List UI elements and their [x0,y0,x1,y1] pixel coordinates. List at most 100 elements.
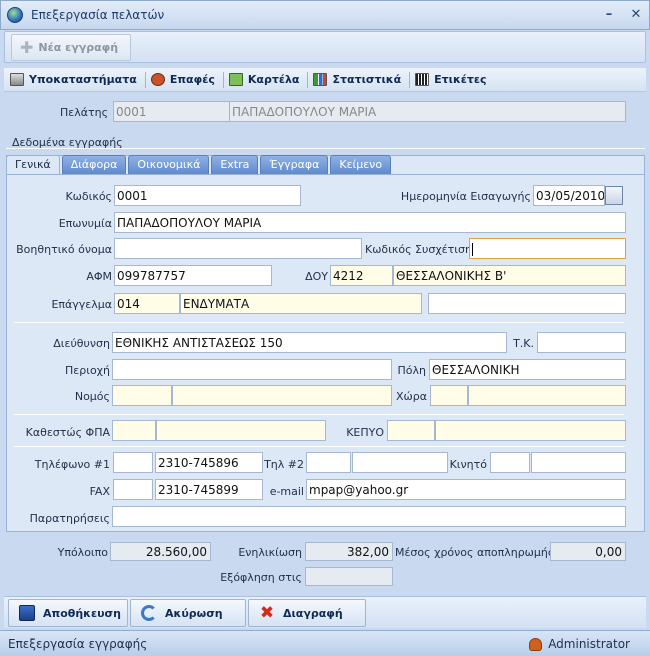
phone1-field[interactable]: 2310-745896 [155,452,263,473]
doy-label: ΔΟΥ [305,270,328,283]
aging-label: Ενηλικίωση [238,546,302,559]
fax-label: FAX [89,485,110,498]
tab-financial[interactable]: Οικονομικά [128,155,210,174]
country-code-field[interactable] [430,385,468,406]
vat-code-field[interactable] [112,420,156,441]
customer-name-field: ΠΑΠΑΔΟΠΟΥΛΟΥ ΜΑΡΙΑ [229,101,626,122]
nav-toolbar: Υποκαταστήματα Επαφές Καρτέλα Στατιστικά… [4,68,646,92]
delete-button[interactable]: ✖ Διαγραφή [248,599,366,627]
customer-code-field: 0001 [113,101,230,122]
city-label: Πόλη [397,364,426,377]
alias-field[interactable] [114,238,362,259]
date-label: Ημερομηνία Εισαγωγής [400,190,531,203]
address-field[interactable]: ΕΘΝΙΚΗΣ ΑΝΤΙΣΤΑΣΕΩΣ 150 [112,332,507,353]
save-button[interactable]: Αποθήκευση [8,599,128,627]
contacts-icon [150,73,165,86]
mobile-label: Κινητό [449,458,487,471]
tab-documents[interactable]: Έγγραφα [260,155,329,174]
app-globe-icon [7,7,23,23]
tab-strip: Γενικά Διάφορα Οικονομικά Extra Έγγραφα … [6,155,393,175]
database-icon [10,73,24,86]
divider-3 [14,446,624,447]
country-name-field [468,385,626,406]
status-bar: Επεξεργασία εγγραφής Administrator [0,630,650,656]
name-field[interactable]: ΠΑΠΑΔΟΠΟΥΛΟΥ ΜΑΡΙΑ [114,212,626,233]
current-user: Administrator [529,637,630,651]
prefecture-label: Νομός [74,390,110,403]
plus-icon: ✚ [20,38,34,57]
nav-card[interactable]: Καρτέλα [228,71,309,88]
notes-field[interactable] [112,506,626,527]
nav-labels[interactable]: Ετικέτες [415,72,494,88]
fax-prefix-field[interactable] [113,479,153,500]
phone1-prefix-field[interactable] [113,452,153,473]
bottom-toolbar: Αποθήκευση Ακύρωση ✖ Διαγραφή [4,596,646,628]
vat-name-field [156,420,326,441]
status-text: Επεξεργασία εγγραφής [8,636,148,651]
customer-label: Πελάτης [60,106,109,119]
cancel-button[interactable]: Ακύρωση [130,599,246,627]
job-extra-field[interactable] [428,293,626,314]
kepyo-code-field[interactable] [387,420,435,441]
alias-label: Βοηθητικό όνομα [16,243,112,256]
chart-icon [313,73,328,86]
phone1-label: Τηλέφωνο #1 [34,458,110,471]
user-icon [529,637,543,651]
tab-misc[interactable]: Διάφορα [61,155,127,174]
doy-name-field: ΘΕΣΣΑΛΟΝΙΚΗΣ Β' [393,265,626,286]
text-caret [472,243,473,256]
tab-extra[interactable]: Extra [211,155,259,174]
payoff-label: Εξόφληση στις [220,571,302,584]
avg-payment-label: Μέσος χρόνος αποπληρωμής [395,546,555,559]
minimize-button[interactable]: – [601,7,617,22]
afm-label: ΑΦΜ [86,270,112,283]
tab-text[interactable]: Κείμενο [330,155,392,174]
avg-payment-field: 0,00 [550,542,626,561]
prefecture-code-field[interactable] [112,385,172,406]
tab-general[interactable]: Γενικά [6,155,60,175]
calendar-icon[interactable] [605,186,623,205]
job-code-field[interactable]: 014 [114,293,180,314]
code-field[interactable]: 0001 [114,185,301,206]
phone2-label: Τηλ #2 [264,458,304,471]
job-label: Επάγγελμα [51,298,112,311]
floppy-icon [19,605,35,621]
nav-contacts[interactable]: Επαφές [150,71,224,88]
relcode-label: Κωδικός Συσχέτισης [365,243,479,256]
email-field[interactable]: mpap@yahoo.gr [306,479,626,500]
relcode-field[interactable] [469,238,626,259]
job-name-field: ΕΝΔΥΜΑΤΑ [180,293,422,314]
area-label: Περιοχή [65,364,110,377]
kepyo-label: ΚΕΠΥΟ [346,426,384,439]
nav-branches[interactable]: Υποκαταστήματα [10,71,146,88]
close-button[interactable]: ✕ [628,7,644,22]
name-label: Επωνυμία [58,217,112,230]
zip-label: Τ.Κ. [513,337,534,350]
fax-field[interactable]: 2310-745899 [155,479,263,500]
balance-label: Υπόλοιπο [57,546,108,559]
divider-1 [14,322,624,323]
doy-code-field[interactable]: 4212 [330,265,393,286]
nav-statistics[interactable]: Στατιστικά [313,71,411,88]
address-label: Διεύθυνση [53,337,110,350]
new-record-button[interactable]: ✚ Νέα εγγραφή [11,34,131,61]
area-field[interactable] [112,359,392,380]
phone2-field[interactable] [352,452,448,473]
payoff-field [305,567,393,586]
balance-field: 28.560,00 [110,542,211,561]
email-label: e-mail [269,485,304,498]
tab-underline [6,174,645,175]
zip-field[interactable] [537,332,626,353]
section-divider [6,148,645,149]
mobile-prefix-field[interactable] [490,452,530,473]
divider-2 [14,414,624,415]
city-field[interactable]: ΘΕΣΣΑΛΟΝΙΚΗ [429,359,626,380]
top-toolbar: ✚ Νέα εγγραφή [4,31,646,63]
afm-field[interactable]: 099787757 [114,265,272,286]
date-field[interactable]: 03/05/2010 [533,185,605,206]
phone2-prefix-field[interactable] [306,452,351,473]
undo-icon [141,605,157,621]
country-label: Χώρα [396,390,427,403]
delete-x-icon: ✖ [259,603,275,623]
mobile-field[interactable] [531,452,626,473]
